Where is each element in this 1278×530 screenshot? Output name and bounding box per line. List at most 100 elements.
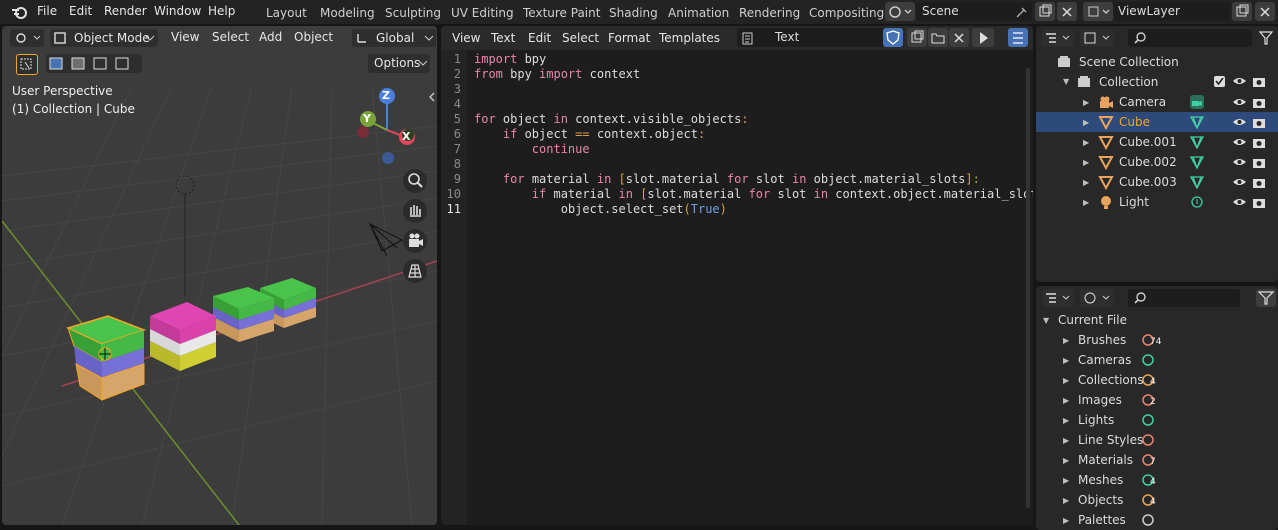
expand-triangle-icon[interactable]: ▶ xyxy=(1063,356,1069,365)
blend-filter-button[interactable] xyxy=(1256,289,1276,307)
current-file-row[interactable]: ▼ Current File xyxy=(1036,310,1278,330)
expand-triangle-icon[interactable]: ▶ xyxy=(1083,118,1089,127)
mesh-data-icon[interactable] xyxy=(1189,114,1205,130)
fake-user-button[interactable] xyxy=(883,28,903,47)
expand-triangle-icon[interactable]: ▶ xyxy=(1063,396,1069,405)
blend-item-collections[interactable]: ▶ Collections 4 xyxy=(1036,370,1278,390)
outliner-editor-type[interactable] xyxy=(1042,29,1074,47)
blend-item-brushes[interactable]: ▶ Brushes 74 xyxy=(1036,330,1278,350)
expand-triangle-icon[interactable]: ▶ xyxy=(1063,476,1069,485)
code-line[interactable]: if object == context.object: xyxy=(474,127,705,141)
perspective-toggle-button[interactable] xyxy=(403,259,427,283)
outliner-item-cube[interactable]: ▶ Cube xyxy=(1036,112,1278,132)
text-menu-templates[interactable]: Templates xyxy=(659,31,720,45)
expand-triangle-icon[interactable]: ▶ xyxy=(1083,98,1089,107)
menu-render[interactable]: Render xyxy=(104,4,147,18)
outliner[interactable]: Scene Collection ▼ Collection ▶ Camera ▶ Cu… xyxy=(1036,26,1278,282)
tab-compositing[interactable]: Compositing xyxy=(809,6,884,20)
blend-file-editor-type[interactable] xyxy=(1042,289,1074,307)
open-text-button[interactable] xyxy=(928,28,948,47)
mesh-data-icon[interactable] xyxy=(1189,134,1205,150)
cube-001[interactable] xyxy=(150,302,216,371)
collapse-triangle-icon[interactable]: ▼ xyxy=(1043,316,1049,325)
tab-rendering[interactable]: Rendering xyxy=(739,6,800,20)
code-line[interactable]: continue xyxy=(474,142,590,156)
text-editor[interactable]: View Text Edit Select Format Templates T… xyxy=(441,26,1033,525)
code-line[interactable]: object.select_set(True) xyxy=(474,202,727,216)
vertical-scrollbar[interactable] xyxy=(1026,68,1030,508)
blend-item-objects[interactable]: ▶ Objects 4 xyxy=(1036,490,1278,510)
blend-item-cameras[interactable]: ▶ Cameras xyxy=(1036,350,1278,370)
code-line[interactable]: for material in [slot.material for slot … xyxy=(474,172,980,186)
blend-item-meshes[interactable]: ▶ Meshes 4 xyxy=(1036,470,1278,490)
blend-item-materials[interactable]: ▶ Materials 7 xyxy=(1036,450,1278,470)
expand-triangle-icon[interactable]: ▶ xyxy=(1063,496,1069,505)
text-menu-view[interactable]: View xyxy=(452,31,480,45)
viewport-menu-add[interactable]: Add xyxy=(259,30,282,44)
code-area[interactable]: 1 import bpy 2 from bpy import context 3 4 5 fo… xyxy=(441,52,1033,252)
unlink-text-button[interactable] xyxy=(949,28,969,47)
render-camera-icon[interactable] xyxy=(1252,75,1266,88)
text-menu-text[interactable]: Text xyxy=(491,31,515,45)
code-line[interactable]: if material in [slot.material for slot i… xyxy=(474,187,1033,201)
checkbox-icon[interactable] xyxy=(1213,75,1226,88)
menu-help[interactable]: Help xyxy=(208,4,235,18)
view-layer-browse-button[interactable] xyxy=(1083,2,1113,21)
pan-button[interactable] xyxy=(403,199,427,223)
zoom-button[interactable] xyxy=(403,169,427,193)
delete-view-layer-button[interactable] xyxy=(1255,2,1275,21)
render-camera-icon[interactable] xyxy=(1252,156,1266,169)
code-line[interactable]: from bpy import context xyxy=(474,67,640,81)
tab-layout[interactable]: Layout xyxy=(266,6,307,20)
render-camera-icon[interactable] xyxy=(1252,96,1266,109)
render-camera-icon[interactable] xyxy=(1252,116,1266,129)
eye-icon[interactable] xyxy=(1232,176,1247,189)
expand-triangle-icon[interactable]: ▶ xyxy=(1063,416,1069,425)
light-data-icon[interactable] xyxy=(1189,194,1205,210)
expand-triangle-icon[interactable]: ▶ xyxy=(1063,456,1069,465)
blend-item-images[interactable]: ▶ Images 2 xyxy=(1036,390,1278,410)
pin-icon[interactable] xyxy=(1014,5,1028,19)
3d-viewport[interactable]: Object Mode View Select Add Object Globa… xyxy=(2,26,437,525)
outliner-scene-collection[interactable]: Scene Collection xyxy=(1036,52,1278,72)
blend-item-line-styles[interactable]: ▶ Line Styles xyxy=(1036,430,1278,450)
viewport-menu-object[interactable]: Object xyxy=(294,30,333,44)
code-line[interactable]: import bpy xyxy=(474,52,546,66)
text-datablock-field[interactable]: Text xyxy=(737,28,903,47)
mesh-data-icon[interactable] xyxy=(1189,174,1205,190)
eye-icon[interactable] xyxy=(1232,75,1247,88)
blend-search-input[interactable] xyxy=(1128,289,1240,307)
sidebar-toggle-icon[interactable] xyxy=(428,92,436,102)
blender-logo-icon[interactable] xyxy=(10,4,28,20)
collapse-triangle-icon[interactable]: ▼ xyxy=(1063,77,1069,86)
new-text-button[interactable] xyxy=(907,28,927,47)
blend-item-lights[interactable]: ▶ Lights xyxy=(1036,410,1278,430)
tab-texture-paint[interactable]: Texture Paint xyxy=(523,6,600,20)
transform-orientation-dropdown[interactable]: Global xyxy=(352,29,436,47)
mesh-data-icon[interactable] xyxy=(1189,154,1205,170)
render-camera-icon[interactable] xyxy=(1252,136,1266,149)
code-line[interactable]: for object in context.visible_objects: xyxy=(474,112,749,126)
expand-triangle-icon[interactable]: ▶ xyxy=(1063,376,1069,385)
eye-icon[interactable] xyxy=(1232,96,1247,109)
tab-shading[interactable]: Shading xyxy=(609,6,658,20)
outliner-item-cube-003[interactable]: ▶ Cube.003 xyxy=(1036,172,1278,192)
scene-name-field[interactable]: Scene xyxy=(916,2,1032,21)
new-view-layer-button[interactable] xyxy=(1232,2,1252,21)
expand-triangle-icon[interactable]: ▶ xyxy=(1063,516,1069,525)
outliner-item-cube-001[interactable]: ▶ Cube.001 xyxy=(1036,132,1278,152)
eye-icon[interactable] xyxy=(1232,116,1247,129)
blend-display-mode-dropdown[interactable] xyxy=(1080,289,1114,307)
scene-browse-button[interactable] xyxy=(885,2,915,21)
tab-uv-editing[interactable]: UV Editing xyxy=(451,6,514,20)
line-numbers-toggle[interactable] xyxy=(1008,28,1028,47)
tab-modeling[interactable]: Modeling xyxy=(320,6,375,20)
camera-data-icon[interactable] xyxy=(1189,94,1205,110)
text-menu-select[interactable]: Select xyxy=(562,31,599,45)
cube-002[interactable] xyxy=(213,287,274,342)
render-camera-icon[interactable] xyxy=(1252,176,1266,189)
eye-icon[interactable] xyxy=(1232,156,1247,169)
filter-icon[interactable] xyxy=(1258,30,1274,46)
viewport-menu-view[interactable]: View xyxy=(171,30,199,44)
expand-triangle-icon[interactable]: ▶ xyxy=(1083,138,1089,147)
